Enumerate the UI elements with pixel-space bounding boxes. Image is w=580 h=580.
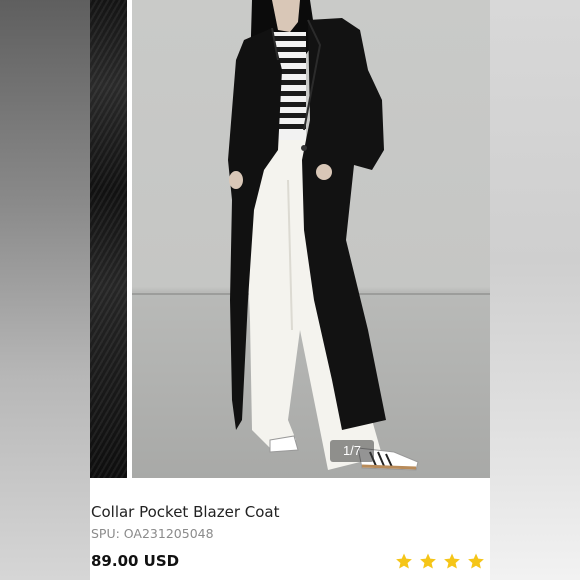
- product-spu: SPU: OA231205048: [91, 526, 214, 541]
- gallery-thumbnail-fabric[interactable]: [90, 0, 127, 478]
- star-icon: [396, 553, 412, 568]
- product-card: 1/7 Collar Pocket Blazer Coat SPU: OA231…: [90, 0, 490, 580]
- blurred-background-right: [490, 0, 580, 580]
- gallery-counter: 1/7: [330, 440, 374, 462]
- blurred-background-left: [0, 0, 90, 580]
- product-title: Collar Pocket Blazer Coat: [91, 503, 280, 521]
- model-illustration: [228, 0, 419, 471]
- rating-stars[interactable]: (: [395, 550, 490, 572]
- star-icon: [420, 553, 436, 568]
- product-main-image[interactable]: 1/7: [132, 0, 490, 478]
- star-icon: [444, 553, 461, 568]
- product-price: 89.00 USD: [91, 552, 180, 570]
- star-icon: [468, 553, 485, 568]
